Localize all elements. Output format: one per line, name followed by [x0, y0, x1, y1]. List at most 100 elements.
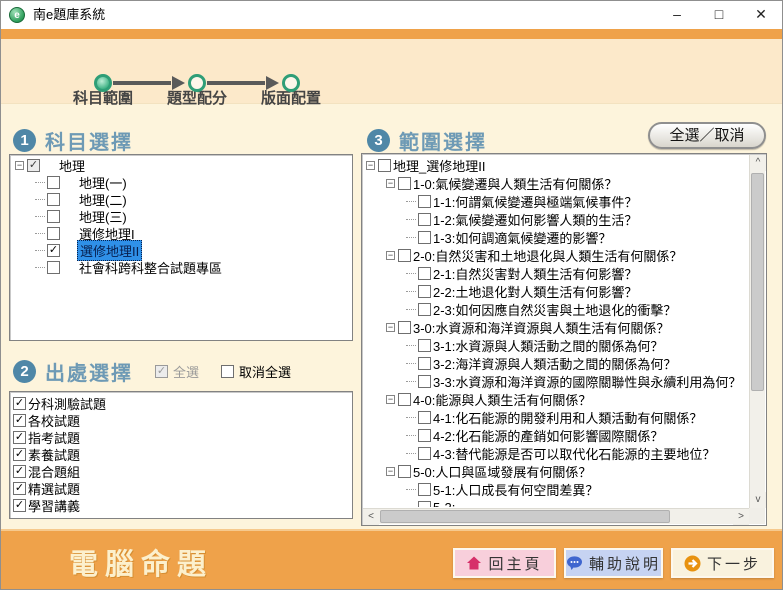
checkbox-icon[interactable]	[398, 249, 411, 262]
select-all-toggle-button[interactable]: 全選／取消	[648, 122, 766, 149]
collapse-expander-icon[interactable]: −	[386, 395, 395, 404]
checkbox-icon[interactable]	[418, 357, 431, 370]
tree-item-label[interactable]: 地理_選修地理II	[391, 156, 487, 175]
tree-item[interactable]: 5-1:人口成長有何空間差異？	[363, 480, 748, 498]
checkbox-icon[interactable]	[47, 227, 60, 240]
tree-item[interactable]: − 1-0:氣候變遷與人類生活有何關係？	[363, 174, 748, 192]
tree-item[interactable]: −5-0:人口與區域發展有何關係？	[363, 462, 748, 480]
collapse-expander-icon[interactable]: −	[366, 161, 375, 170]
vertical-scroll-thumb[interactable]	[751, 173, 764, 391]
horizontal-scrollbar[interactable]: < >	[363, 508, 749, 524]
horizontal-scroll-thumb[interactable]	[380, 510, 670, 523]
tree-item[interactable]: 3-2:海洋資源與人類活動之間的關係為何？	[363, 354, 748, 372]
range-tree[interactable]: − 地理_選修地理II − 1-0:氣候變遷與人類生活有何關係？1-1:何謂氣候變遷與…	[363, 156, 748, 507]
tree-item-label[interactable]: 1-1:何謂氣候變遷與極端氣候事件？	[431, 192, 639, 211]
home-button[interactable]: 回主頁	[453, 548, 556, 578]
collapse-expander-icon[interactable]: −	[386, 467, 395, 476]
checkbox-icon[interactable]	[13, 397, 26, 410]
select-all-checkbox[interactable]: 全選	[155, 362, 199, 381]
checkbox-icon[interactable]	[13, 414, 26, 427]
step-circle-2[interactable]	[188, 74, 206, 92]
tree-item[interactable]: 4-3:替代能源是否可以取代化石能源的主要地位？	[363, 444, 748, 462]
select-all-label[interactable]: 全選	[173, 362, 199, 381]
tree-item[interactable]: −3-0:水資源和海洋資源與人類生活有何關係？	[363, 318, 748, 336]
tree-item[interactable]: −地理	[10, 157, 352, 174]
tree-item-label[interactable]: 2-1:自然災害對人類生活有何影響？	[431, 264, 639, 283]
checkbox-icon[interactable]	[47, 176, 60, 189]
checkbox-icon[interactable]	[418, 375, 431, 388]
tree-item-label[interactable]: 3-2:海洋資源與人類活動之間的關係為何？	[431, 354, 678, 373]
tree-item-label[interactable]: 1-2:氣候變遷如何影響人類的生活？	[431, 210, 639, 229]
tree-item[interactable]: 2-2:土地退化對人類生活有何影響？	[363, 282, 748, 300]
checkbox-icon[interactable]	[418, 285, 431, 298]
tree-item-label[interactable]: 4-1:化石能源的開發利用和人類活動有何關係？	[431, 408, 704, 427]
subject-tree[interactable]: −地理地理(一)地理(二)地理(三)選修地理I選修地理II社會科跨科整合試題專區	[9, 154, 353, 341]
tree-item[interactable]: 2-3:如何因應自然災害與土地退化的衝擊？	[363, 300, 748, 318]
tree-item-label[interactable]: 5-1:人口成長有何空間差異？	[431, 480, 600, 499]
tree-item[interactable]: 4-2:化石能源的產銷如何影響國際關係？	[363, 426, 748, 444]
scroll-left-icon[interactable]: <	[363, 509, 379, 525]
tree-item[interactable]: 2-1:自然災害對人類生活有何影響？	[363, 264, 748, 282]
tree-item-label[interactable]: 4-3:替代能源是否可以取代化石能源的主要地位？	[431, 444, 717, 463]
tree-item[interactable]: 地理(三)	[10, 208, 352, 225]
checkbox-icon[interactable]	[47, 193, 60, 206]
source-list[interactable]: 分科測驗試題各校試題指考試題素養試題混合題組精選試題學習講義	[9, 391, 353, 519]
source-list-item[interactable]: 分科測驗試題	[13, 395, 352, 412]
checkbox-icon[interactable]	[378, 159, 391, 172]
tree-item-label[interactable]: 3-0:水資源和海洋資源與人類生活有何關係？	[411, 318, 671, 337]
checkbox-icon[interactable]	[418, 501, 431, 508]
checkbox-icon[interactable]	[418, 447, 431, 460]
tree-item[interactable]: 1-3:如何調適氣候變遷的影響？	[363, 228, 748, 246]
checkbox-icon[interactable]	[13, 482, 26, 495]
tree-item-label[interactable]: 3-1:水資源與人類活動之間的關係為何？	[431, 336, 665, 355]
tree-item-label[interactable]: 2-2:土地退化對人類生活有何影響？	[431, 282, 639, 301]
checkbox-icon[interactable]	[418, 213, 431, 226]
checkbox-icon[interactable]	[418, 483, 431, 496]
checkbox-icon[interactable]	[398, 393, 411, 406]
checkbox-icon[interactable]	[13, 465, 26, 478]
checkbox-icon[interactable]	[398, 177, 411, 190]
checkbox-icon[interactable]	[27, 159, 40, 172]
tree-item[interactable]: 4-1:化石能源的開發利用和人類活動有何關係？	[363, 408, 748, 426]
step-circle-1[interactable]	[94, 74, 112, 92]
checkbox-icon[interactable]	[418, 411, 431, 424]
tree-item[interactable]: 選修地理I	[10, 225, 352, 242]
tree-item[interactable]: − 2-0:自然災害和土地退化與人類生活有何關係？	[363, 246, 748, 264]
deselect-all-label[interactable]: 取消全選	[239, 362, 291, 381]
tree-item-label[interactable]: 社會科跨科整合試題專區	[77, 258, 224, 277]
checkbox-icon[interactable]	[47, 244, 60, 257]
tree-item-label[interactable]: 1-3:如何調適氣候變遷的影響？	[431, 228, 613, 247]
vertical-scrollbar[interactable]: ^ v	[749, 155, 765, 508]
tree-item-label[interactable]: 1-0:氣候變遷與人類生活有何關係？	[411, 174, 619, 193]
tree-item[interactable]: 地理(一)	[10, 174, 352, 191]
source-list-item[interactable]: 各校試題	[13, 412, 352, 429]
maximize-icon[interactable]: □	[698, 1, 740, 29]
minimize-icon[interactable]: –	[656, 1, 698, 29]
scroll-down-icon[interactable]: v	[750, 492, 766, 508]
checkbox-icon[interactable]	[13, 448, 26, 461]
tree-item[interactable]: − 地理_選修地理II	[363, 156, 748, 174]
checkbox-icon[interactable]	[418, 267, 431, 280]
source-list-item[interactable]: 精選試題	[13, 480, 352, 497]
tree-item[interactable]: 1-1:何謂氣候變遷與極端氣候事件？	[363, 192, 748, 210]
checkbox-icon[interactable]	[13, 431, 26, 444]
checkbox-icon[interactable]	[418, 429, 431, 442]
checkbox-icon[interactable]	[418, 339, 431, 352]
help-button[interactable]: 輔助說明	[564, 548, 663, 578]
source-list-item[interactable]: 素養試題	[13, 446, 352, 463]
tree-item-label[interactable]: 5-2:	[431, 500, 457, 508]
deselect-all-checkbox-icon[interactable]	[221, 365, 234, 378]
collapse-expander-icon[interactable]: −	[386, 179, 395, 188]
step-circle-3[interactable]	[282, 74, 300, 92]
collapse-expander-icon[interactable]: −	[386, 251, 395, 260]
tree-item[interactable]: 1-2:氣候變遷如何影響人類的生活？	[363, 210, 748, 228]
tree-item-label[interactable]: 2-3:如何因應自然災害與土地退化的衝擊？	[431, 300, 678, 319]
tree-item[interactable]: 地理(二)	[10, 191, 352, 208]
next-step-button[interactable]: 下一步	[671, 548, 774, 578]
checkbox-icon[interactable]	[47, 261, 60, 274]
scroll-right-icon[interactable]: >	[733, 509, 749, 525]
tree-item-label[interactable]: 2-0:自然災害和土地退化與人類生活有何關係？	[411, 246, 684, 265]
select-all-checkbox-icon[interactable]	[155, 365, 168, 378]
scroll-up-icon[interactable]: ^	[750, 155, 766, 171]
deselect-all-checkbox[interactable]: 取消全選	[221, 362, 291, 381]
